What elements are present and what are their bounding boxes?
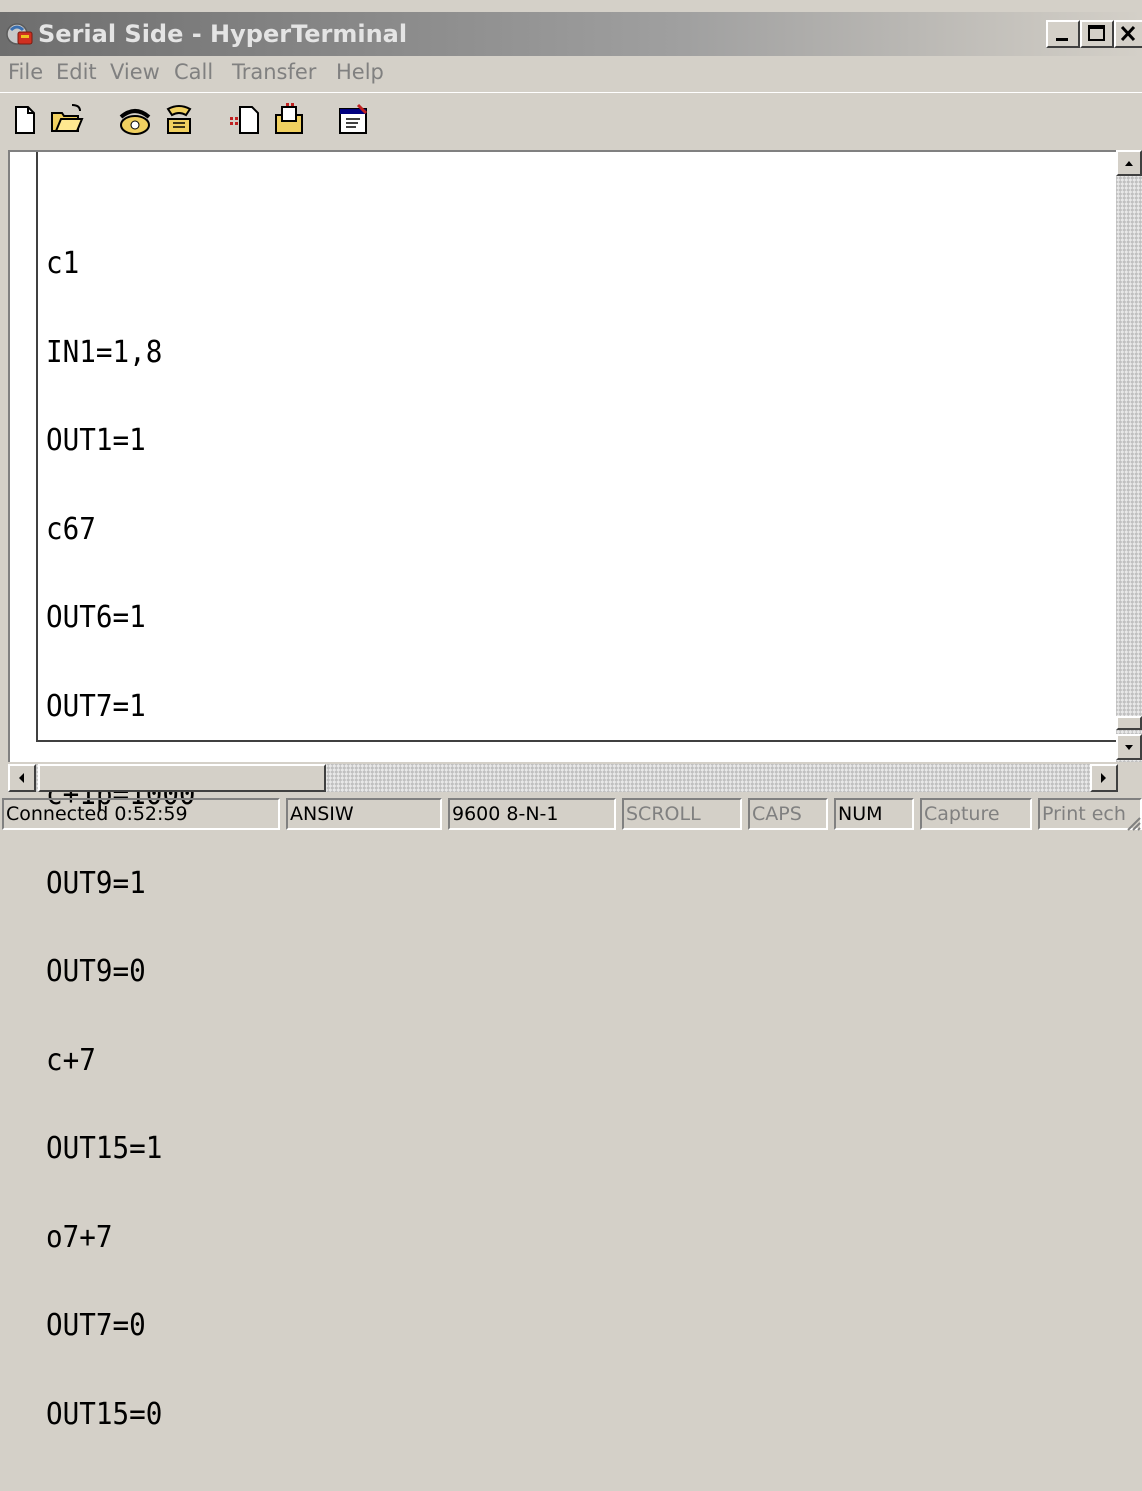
terminal-line: o7+7 (46, 1219, 113, 1255)
hang-up-icon[interactable] (160, 101, 198, 139)
open-folder-icon[interactable] (48, 101, 86, 139)
menu-file[interactable]: File (8, 60, 43, 84)
minimize-icon (1056, 38, 1068, 41)
menu-view[interactable]: View (110, 60, 160, 84)
menu-transfer[interactable]: Transfer (232, 60, 316, 84)
terminal-line: OUT7=0 (46, 1308, 146, 1343)
properties-icon[interactable] (334, 101, 372, 139)
maximize-button[interactable] (1080, 20, 1114, 48)
arrow-down-icon (1125, 745, 1133, 750)
hyperterminal-window: Serial Side - HyperTerminal File Edit Vi… (0, 0, 1142, 1429)
terminal-screen[interactable]: c1 IN1=1,8 OUT1=1 c67 OUT6=1 OUT7=1 c+1p… (36, 152, 1126, 1429)
new-document-icon[interactable] (6, 101, 44, 139)
horizontal-scrollbar[interactable] (8, 764, 1118, 792)
terminal-frame: c1 IN1=1,8 OUT1=1 c67 OUT6=1 OUT7=1 c+1p… (8, 150, 1142, 1429)
terminal-line: OUT7=1 (46, 688, 146, 724)
horizontal-scroll-thumb[interactable] (38, 764, 326, 792)
scroll-down-button[interactable] (1116, 734, 1142, 760)
terminal-line: OUT6=1 (46, 600, 146, 635)
vertical-scrollbar[interactable] (1116, 150, 1142, 762)
minimize-button[interactable] (1046, 20, 1080, 48)
close-icon (1120, 25, 1136, 42)
status-caps: CAPS (748, 798, 828, 830)
terminal-line: IN1=1,8 (46, 334, 163, 370)
status-connected: Connected 0:52:59 (2, 798, 280, 830)
status-emulation: ANSIW (286, 798, 442, 830)
toolbar (0, 92, 1142, 149)
maximize-icon (1088, 25, 1105, 41)
terminal-line: OUT15=1 (46, 1131, 163, 1166)
close-button[interactable] (1114, 20, 1142, 48)
scroll-right-button[interactable] (1090, 764, 1118, 792)
terminal-line: OUT1=1 (46, 423, 146, 458)
scroll-left-button[interactable] (8, 764, 36, 792)
status-bar: Connected 0:52:59 ANSIW 9600 8-N-1 SCROL… (0, 796, 1142, 832)
menu-call[interactable]: Call (174, 60, 213, 84)
phone-icon[interactable] (116, 101, 154, 139)
menu-bar: File Edit View Call Transfer Help (0, 56, 1142, 92)
arrow-right-icon (1101, 773, 1106, 783)
terminal-line: OUT15=0 (46, 1396, 163, 1432)
scroll-up-button[interactable] (1116, 150, 1142, 176)
status-port-settings: 9600 8-N-1 (448, 798, 616, 830)
status-scroll: SCROLL (622, 798, 742, 830)
send-file-icon[interactable] (226, 101, 264, 139)
status-num: NUM (834, 798, 914, 830)
menu-help[interactable]: Help (336, 60, 384, 84)
terminal-output: c1 IN1=1,8 OUT1=1 c67 OUT6=1 OUT7=1 c+1p… (46, 190, 196, 1488)
terminal-line: OUT9=1 (46, 865, 146, 901)
terminal-line: c+7 (46, 1042, 96, 1078)
status-capture: Capture (920, 798, 1032, 830)
hyperterminal-phone-icon (6, 23, 33, 45)
vertical-scroll-thumb[interactable] (1116, 716, 1142, 730)
terminal-line: c67 (46, 511, 96, 547)
arrow-up-icon (1125, 161, 1133, 166)
window-title: Serial Side - HyperTerminal (38, 20, 408, 48)
receive-file-icon[interactable] (270, 101, 308, 139)
size-grip-icon[interactable] (1122, 812, 1142, 832)
title-bar[interactable]: Serial Side - HyperTerminal (0, 12, 1142, 56)
terminal-line: c1 (46, 246, 80, 281)
terminal-line: OUT9=0 (46, 954, 146, 989)
menu-edit[interactable]: Edit (56, 60, 97, 84)
arrow-left-icon (19, 773, 24, 783)
